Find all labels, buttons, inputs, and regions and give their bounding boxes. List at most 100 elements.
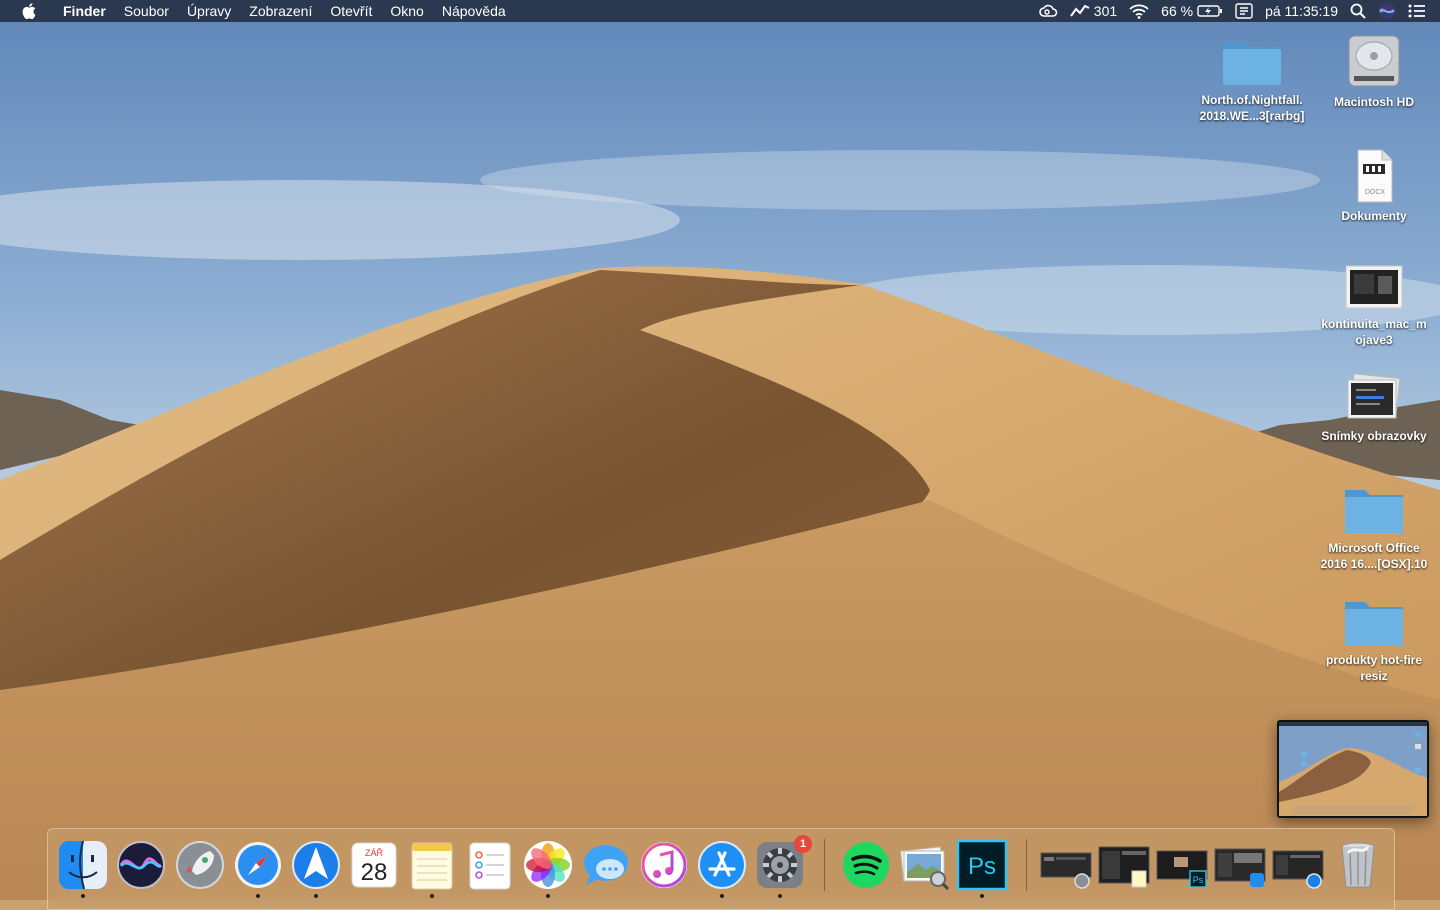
desktop-wallpaper (0, 0, 1440, 900)
dock-trash[interactable] (1332, 839, 1384, 891)
siri-icon (117, 841, 165, 889)
minimized-window-thumbnail (1040, 852, 1092, 889)
dock-safari[interactable] (232, 839, 284, 891)
input-source-icon[interactable] (1229, 0, 1259, 22)
menu-zobrazeni[interactable]: Zobrazení (240, 0, 321, 22)
desktop-item-north-of-nightfall[interactable]: North.of.Nightfall. 2018.WE...3[rarbg] (1190, 36, 1314, 124)
desktop-item-macintosh-hd[interactable]: Macintosh HD (1312, 30, 1436, 110)
screenshots-stack-icon (1347, 374, 1401, 419)
menu-otevrit[interactable]: Otevřít (321, 0, 381, 22)
running-indicator (81, 894, 85, 898)
desktop-item-microsoft-office[interactable]: Microsoft Office 2016 16....[OSX].10 (1312, 484, 1436, 572)
dock-minimized-window-5[interactable] (1272, 839, 1324, 891)
svg-text:DOCX: DOCX (1365, 189, 1386, 196)
notes-icon (411, 842, 453, 890)
photoshop-icon: Ps (956, 839, 1008, 891)
calendar-month: ZÁŘ (365, 848, 384, 858)
safari-icon (235, 842, 281, 888)
dock-finder[interactable] (57, 839, 109, 891)
running-indicator (778, 894, 782, 898)
calendar-day: 28 (361, 859, 388, 886)
desktop-item-snimky-obrazovky[interactable]: Snímky obrazovky (1312, 374, 1436, 444)
running-indicator (980, 894, 984, 898)
desktop-item-label: Macintosh HD (1333, 95, 1414, 109)
hard-drive-icon (1348, 35, 1400, 87)
folder-icon (1223, 42, 1281, 85)
dock-reminders[interactable] (464, 839, 516, 891)
folder-icon (1345, 602, 1403, 645)
dock-separator (1026, 839, 1027, 891)
preview-icon (899, 846, 950, 891)
dock-siri[interactable] (115, 839, 167, 891)
photoshop-mini-label: Ps (1193, 875, 1204, 885)
dock-photos[interactable] (522, 839, 574, 891)
dock-minimized-window-4[interactable] (1214, 839, 1266, 891)
desktop-item-label: produkty hot-fire resiz (1326, 653, 1422, 683)
minimized-window-thumbnail (1098, 846, 1150, 888)
menu-soubor[interactable]: Soubor (115, 0, 178, 22)
launchpad-icon (176, 841, 224, 889)
dock-minimized-window-3[interactable]: Ps (1156, 839, 1208, 891)
spark-mail-icon (292, 841, 340, 889)
dock-spotify[interactable] (840, 839, 892, 891)
minimized-window-thumbnail: Ps (1156, 850, 1208, 888)
dock-itunes[interactable] (638, 839, 690, 891)
dock-photoshop[interactable]: Ps (956, 839, 1008, 891)
photoshop-label: Ps (968, 853, 996, 880)
desktop-item-label: kontinuita_mac_m ojave3 (1321, 317, 1427, 347)
running-indicator (256, 894, 260, 898)
menu-okno[interactable]: Okno (381, 0, 432, 22)
running-indicator (546, 894, 550, 898)
dock-spark[interactable] (290, 839, 342, 891)
running-indicator (720, 894, 724, 898)
running-indicator (430, 894, 434, 898)
battery-status[interactable]: 66 % (1155, 0, 1229, 22)
activity-value: 301 (1093, 3, 1118, 19)
spotify-icon (843, 842, 889, 888)
creative-cloud-icon[interactable] (1032, 0, 1064, 22)
folder-icon (1345, 490, 1403, 533)
trash-icon (1341, 842, 1375, 888)
dock: ZÁŘ 28 1 Ps Ps (47, 828, 1395, 910)
siri-menubar-icon[interactable] (1372, 0, 1402, 22)
dock-calendar[interactable]: ZÁŘ 28 (348, 839, 400, 891)
menu-bar: Finder Soubor Úpravy Zobrazení Otevřít O… (0, 0, 1440, 22)
dock-notes[interactable] (406, 839, 458, 891)
apple-menu-icon[interactable] (19, 0, 39, 22)
dock-app-store[interactable] (696, 839, 748, 891)
desktop-item-kontinuita[interactable]: kontinuita_mac_m ojave3 (1312, 262, 1436, 348)
desktop-item-label: Snímky obrazovky (1321, 429, 1427, 443)
desktop-item-produkty-hot-fire[interactable]: produkty hot-fire resiz (1312, 596, 1436, 684)
activity-monitor-status[interactable]: 301 (1064, 0, 1123, 22)
minimized-window-thumbnail (1214, 848, 1266, 887)
wifi-icon[interactable] (1123, 0, 1155, 22)
dock-minimized-window-1[interactable] (1040, 839, 1092, 891)
app-store-icon (698, 841, 746, 889)
battery-percent: 66 % (1161, 3, 1194, 19)
notification-badge: 1 (794, 835, 812, 853)
dock-preview[interactable] (898, 839, 950, 891)
activity-graph-icon (1069, 4, 1090, 17)
spotlight-search-icon[interactable] (1344, 0, 1372, 22)
dock-system-preferences[interactable]: 1 (754, 835, 812, 891)
clock[interactable]: pá 11:35:19 (1259, 0, 1344, 22)
menu-app-finder[interactable]: Finder (54, 0, 115, 22)
minimized-window-thumbnail (1272, 850, 1324, 889)
dock-separator (824, 839, 825, 891)
photos-icon (524, 841, 572, 889)
finder-icon (59, 840, 107, 890)
dock-minimized-window-2[interactable] (1098, 839, 1150, 891)
messages-icon (584, 845, 628, 885)
dock-launchpad[interactable] (174, 839, 226, 891)
screenshot-preview-image (1279, 722, 1427, 816)
menu-napoveda[interactable]: Nápověda (433, 0, 515, 22)
screenshot-preview-thumbnail[interactable] (1277, 720, 1429, 818)
docx-document-icon: DOCX (1357, 149, 1393, 203)
running-indicator (314, 894, 318, 898)
itunes-icon (641, 842, 687, 888)
notification-center-icon[interactable] (1402, 0, 1440, 22)
desktop-item-dokumenty[interactable]: DOCX Dokumenty (1312, 148, 1436, 224)
menu-upravy[interactable]: Úpravy (178, 0, 240, 22)
desktop-item-label: North.of.Nightfall. 2018.WE...3[rarbg] (1199, 93, 1305, 123)
dock-messages[interactable] (580, 839, 632, 891)
